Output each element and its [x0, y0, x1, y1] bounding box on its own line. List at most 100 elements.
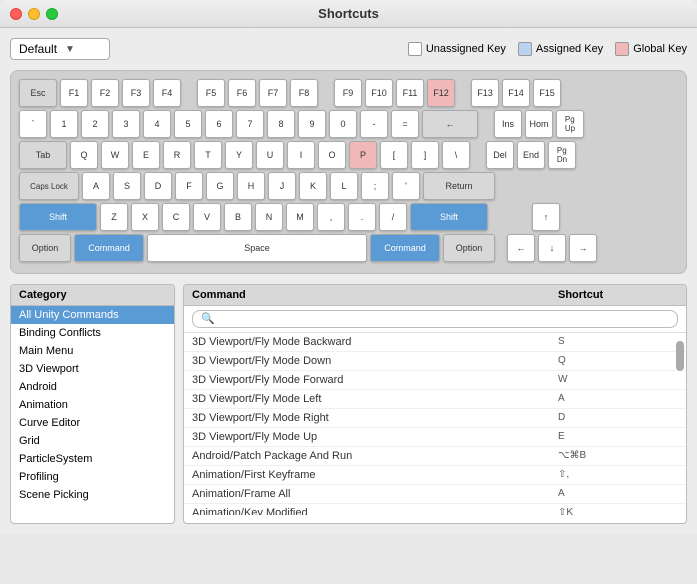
key-tab[interactable]: Tab — [19, 141, 67, 169]
key-f5[interactable]: F5 — [197, 79, 225, 107]
key-delete[interactable]: Del — [486, 141, 514, 169]
key-pgdn[interactable]: PgDn — [548, 141, 576, 169]
key-b[interactable]: B — [224, 203, 252, 231]
key-m[interactable]: M — [286, 203, 314, 231]
key-f2[interactable]: F2 — [91, 79, 119, 107]
key-backspace[interactable]: ← — [422, 110, 478, 138]
table-row[interactable]: 3D Viewport/Fly Mode Down Q — [184, 352, 686, 371]
minimize-button[interactable] — [28, 8, 40, 20]
key-left[interactable]: ← — [507, 234, 535, 262]
key-l[interactable]: L — [330, 172, 358, 200]
key-f7[interactable]: F7 — [259, 79, 287, 107]
key-up[interactable]: ↑ — [532, 203, 560, 231]
maximize-button[interactable] — [46, 8, 58, 20]
category-item-profiling[interactable]: Profiling — [11, 468, 174, 486]
key-shift-right[interactable]: Shift — [410, 203, 488, 231]
key-return[interactable]: Return — [423, 172, 495, 200]
category-item-3d-viewport[interactable]: 3D Viewport — [11, 360, 174, 378]
key-f10[interactable]: F10 — [365, 79, 393, 107]
key-slash[interactable]: / — [379, 203, 407, 231]
key-2[interactable]: 2 — [81, 110, 109, 138]
category-item-curve-editor[interactable]: Curve Editor — [11, 414, 174, 432]
category-item-all-unity[interactable]: All Unity Commands — [11, 306, 174, 324]
key-t[interactable]: T — [194, 141, 222, 169]
category-item-animation[interactable]: Animation — [11, 396, 174, 414]
table-row[interactable]: 3D Viewport/Fly Mode Forward W — [184, 371, 686, 390]
key-o[interactable]: O — [318, 141, 346, 169]
table-row[interactable]: 3D Viewport/Fly Mode Left A — [184, 390, 686, 409]
key-z[interactable]: Z — [100, 203, 128, 231]
key-f9[interactable]: F9 — [334, 79, 362, 107]
search-input[interactable] — [192, 310, 678, 328]
key-capslock[interactable]: Caps Lock — [19, 172, 79, 200]
key-g[interactable]: G — [206, 172, 234, 200]
key-semicolon[interactable]: ; — [361, 172, 389, 200]
key-j[interactable]: J — [268, 172, 296, 200]
key-a[interactable]: A — [82, 172, 110, 200]
key-space[interactable]: Space — [147, 234, 367, 262]
key-equals[interactable]: = — [391, 110, 419, 138]
close-button[interactable] — [10, 8, 22, 20]
category-item-android[interactable]: Android — [11, 378, 174, 396]
table-row[interactable]: Animation/Frame All A — [184, 485, 686, 504]
key-insert[interactable]: Ins — [494, 110, 522, 138]
key-esc[interactable]: Esc — [19, 79, 57, 107]
key-f15[interactable]: F15 — [533, 79, 561, 107]
key-end[interactable]: End — [517, 141, 545, 169]
key-f12[interactable]: F12 — [427, 79, 455, 107]
key-6[interactable]: 6 — [205, 110, 233, 138]
table-row[interactable]: 3D Viewport/Fly Mode Backward S — [184, 333, 686, 352]
table-row[interactable]: Animation/Key Modified ⇧K — [184, 504, 686, 515]
key-0[interactable]: 0 — [329, 110, 357, 138]
category-item-main-menu[interactable]: Main Menu — [11, 342, 174, 360]
key-p[interactable]: P — [349, 141, 377, 169]
table-row[interactable]: 3D Viewport/Fly Mode Right D — [184, 409, 686, 428]
category-item-binding-conflicts[interactable]: Binding Conflicts — [11, 324, 174, 342]
key-n[interactable]: N — [255, 203, 283, 231]
key-y[interactable]: Y — [225, 141, 253, 169]
key-f1[interactable]: F1 — [60, 79, 88, 107]
key-period[interactable]: . — [348, 203, 376, 231]
key-f14[interactable]: F14 — [502, 79, 530, 107]
key-4[interactable]: 4 — [143, 110, 171, 138]
scrollbar-thumb[interactable] — [676, 341, 684, 371]
commands-list[interactable]: 3D Viewport/Fly Mode Backward S 3D Viewp… — [184, 333, 686, 515]
key-r[interactable]: R — [163, 141, 191, 169]
key-3[interactable]: 3 — [112, 110, 140, 138]
category-item-grid[interactable]: Grid — [11, 432, 174, 450]
table-row[interactable]: Android/Patch Package And Run ⌥⌘B — [184, 447, 686, 466]
key-f6[interactable]: F6 — [228, 79, 256, 107]
key-backtick[interactable]: ` — [19, 110, 47, 138]
category-list[interactable]: All Unity Commands Binding Conflicts Mai… — [11, 306, 174, 519]
key-down[interactable]: ↓ — [538, 234, 566, 262]
key-apostrophe[interactable]: ' — [392, 172, 420, 200]
key-f13[interactable]: F13 — [471, 79, 499, 107]
key-minus[interactable]: - — [360, 110, 388, 138]
key-lbracket[interactable]: [ — [380, 141, 408, 169]
table-row[interactable]: Animation/First Keyframe ⇧, — [184, 466, 686, 485]
key-7[interactable]: 7 — [236, 110, 264, 138]
key-command-left[interactable]: Command — [74, 234, 144, 262]
key-1[interactable]: 1 — [50, 110, 78, 138]
key-home[interactable]: Hom — [525, 110, 553, 138]
key-comma[interactable]: , — [317, 203, 345, 231]
key-d[interactable]: D — [144, 172, 172, 200]
key-v[interactable]: V — [193, 203, 221, 231]
key-f3[interactable]: F3 — [122, 79, 150, 107]
category-item-scene-picking[interactable]: Scene Picking — [11, 486, 174, 504]
key-pgup[interactable]: PgUp — [556, 110, 584, 138]
key-k[interactable]: K — [299, 172, 327, 200]
key-e[interactable]: E — [132, 141, 160, 169]
key-f4[interactable]: F4 — [153, 79, 181, 107]
key-f8[interactable]: F8 — [290, 79, 318, 107]
key-9[interactable]: 9 — [298, 110, 326, 138]
key-8[interactable]: 8 — [267, 110, 295, 138]
preset-dropdown[interactable]: Default ▼ — [10, 38, 110, 60]
table-row[interactable]: 3D Viewport/Fly Mode Up E — [184, 428, 686, 447]
key-i[interactable]: I — [287, 141, 315, 169]
key-backslash[interactable]: \ — [442, 141, 470, 169]
key-f[interactable]: F — [175, 172, 203, 200]
key-command-right[interactable]: Command — [370, 234, 440, 262]
key-5[interactable]: 5 — [174, 110, 202, 138]
key-h[interactable]: H — [237, 172, 265, 200]
